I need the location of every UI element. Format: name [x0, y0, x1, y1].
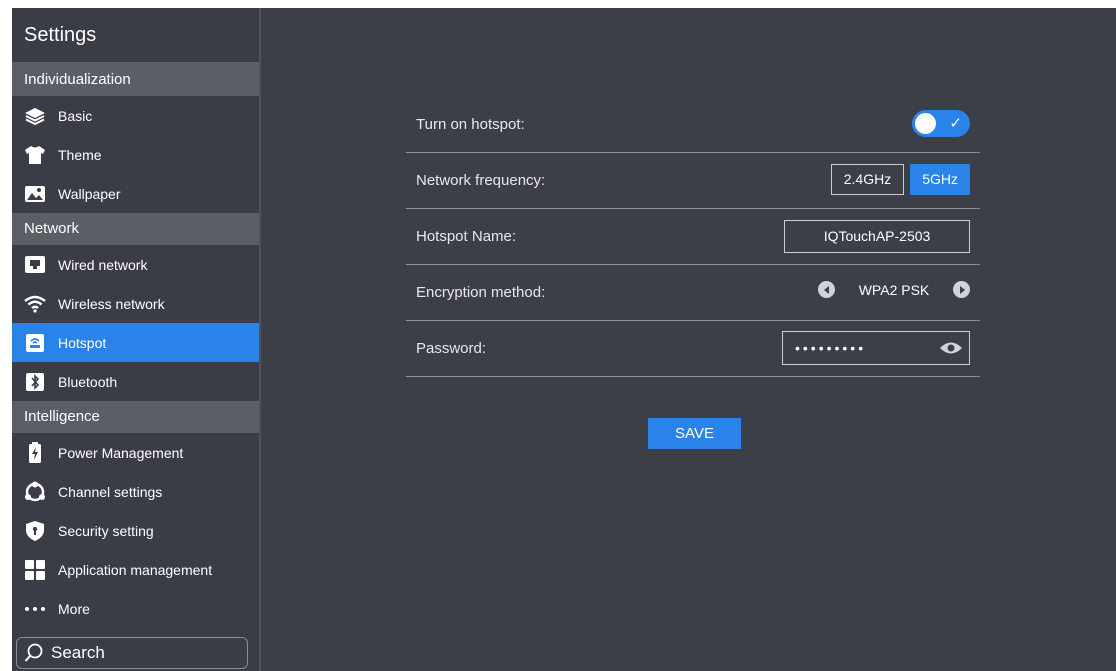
layers-icon	[24, 105, 46, 127]
wifi-icon	[24, 293, 46, 315]
monitor-icon	[24, 254, 46, 276]
sidebar-item-label: Theme	[58, 146, 102, 163]
sidebar-item-bluetooth[interactable]: Bluetooth	[12, 362, 259, 401]
sidebar-item-theme[interactable]: Theme	[12, 135, 259, 174]
encryption-selector: WPA2 PSK	[818, 281, 970, 298]
shield-icon	[24, 520, 46, 542]
sidebar-item-label: Power Management	[58, 444, 184, 461]
sidebar-item-label: Wallpaper	[58, 185, 121, 202]
sidebar-item-label: Channel settings	[58, 483, 163, 500]
channel-icon	[24, 481, 46, 503]
turn-on-hotspot-label: Turn on hotspot:	[416, 116, 525, 133]
battery-icon	[24, 441, 46, 464]
hotspot-icon	[24, 332, 46, 354]
frequency-2-4ghz-button[interactable]: 2.4GHz	[830, 164, 905, 195]
sidebar-item-security-setting[interactable]: Security setting	[12, 511, 259, 550]
sidebar-item-label: Bluetooth	[58, 373, 118, 390]
more-dots-icon	[24, 598, 46, 620]
sidebar-item-wired-network[interactable]: Wired network	[12, 245, 259, 284]
sidebar-item-application-management[interactable]: Application management	[12, 550, 259, 589]
save-button[interactable]: SAVE	[648, 418, 741, 449]
eye-icon[interactable]	[939, 338, 963, 358]
sidebar-item-basic[interactable]: Basic	[12, 96, 259, 135]
sidebar-item-wireless-network[interactable]: Wireless network	[12, 284, 259, 323]
sidebar-item-label: Security setting	[58, 522, 154, 539]
row-network-frequency: Network frequency: 2.4GHz 5GHz	[406, 153, 980, 209]
screen: Settings Individualization Basic Theme W…	[12, 8, 1116, 671]
encryption-value: WPA2 PSK	[858, 281, 930, 298]
frequency-selector: 2.4GHz 5GHz	[830, 164, 970, 195]
sidebar-item-wallpaper[interactable]: Wallpaper	[12, 174, 259, 213]
check-icon: ✓	[949, 115, 962, 132]
search-icon	[23, 642, 45, 664]
hotspot-panel: Turn on hotspot: ✓ Network frequency: 2.…	[261, 8, 1116, 671]
hotspot-toggle[interactable]: ✓	[912, 110, 970, 137]
password-input[interactable]: •••••••••	[782, 331, 970, 365]
row-password: Password: •••••••••	[406, 321, 980, 377]
arrow-left-icon[interactable]	[818, 281, 835, 298]
row-hotspot-name: Hotspot Name: IQTouchAP-2503	[406, 209, 980, 265]
tshirt-icon	[24, 144, 46, 166]
search-label: Search	[51, 643, 105, 662]
row-turn-on-hotspot: Turn on hotspot: ✓	[406, 97, 980, 153]
arrow-right-icon[interactable]	[953, 281, 970, 298]
sidebar-item-more[interactable]: More	[12, 589, 259, 628]
sidebar-item-label: Wireless network	[58, 295, 165, 312]
password-value: •••••••••	[795, 340, 867, 356]
toggle-knob	[915, 113, 936, 134]
image-icon	[24, 183, 46, 205]
apps-icon	[24, 559, 46, 581]
section-network: Network	[12, 213, 259, 245]
sidebar-item-label: Hotspot	[58, 334, 107, 351]
sidebar-title: Settings	[12, 8, 259, 64]
section-intelligence: Intelligence	[12, 401, 259, 433]
sidebar-item-label: Wired network	[58, 256, 148, 273]
row-encryption-method: Encryption method: WPA2 PSK	[406, 265, 980, 321]
sidebar-item-label: Application management	[58, 561, 213, 578]
sidebar: Settings Individualization Basic Theme W…	[12, 8, 261, 671]
search-input[interactable]: Search	[16, 637, 248, 669]
bluetooth-icon	[24, 371, 46, 393]
sidebar-item-label: More	[58, 600, 90, 617]
hotspot-name-input[interactable]: IQTouchAP-2503	[784, 220, 970, 253]
section-individualization: Individualization	[12, 64, 259, 96]
sidebar-item-hotspot[interactable]: Hotspot	[12, 323, 259, 362]
sidebar-item-label: Basic	[58, 107, 93, 124]
frequency-5ghz-button[interactable]: 5GHz	[910, 164, 970, 195]
sidebar-item-channel-settings[interactable]: Channel settings	[12, 472, 259, 511]
sidebar-item-power-management[interactable]: Power Management	[12, 433, 259, 472]
